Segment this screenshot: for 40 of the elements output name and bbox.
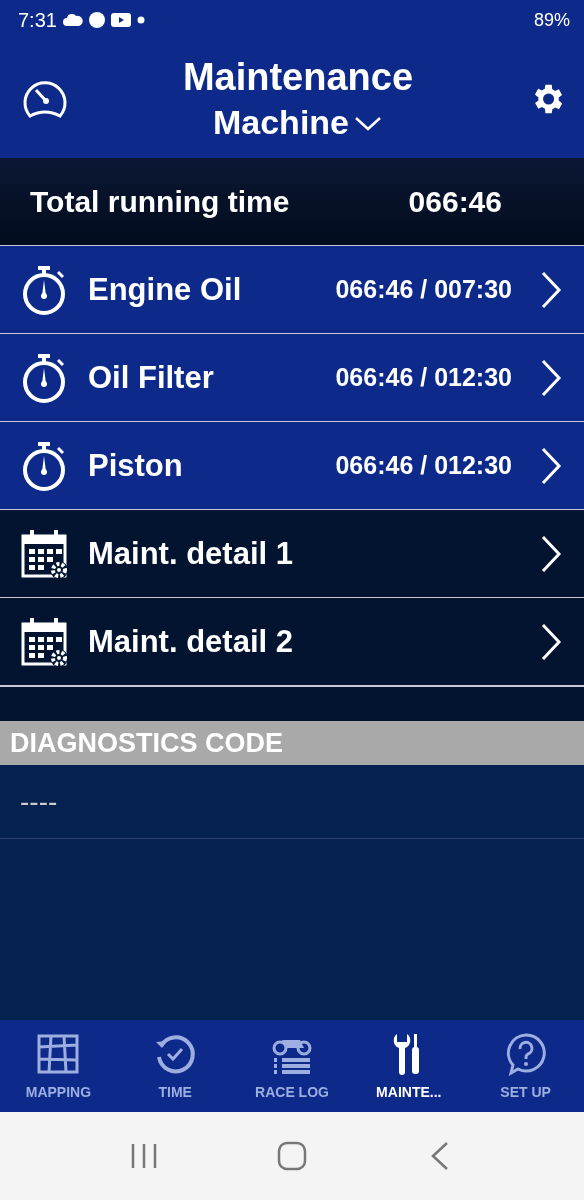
total-value: 066:46 xyxy=(408,184,502,219)
section-header: DIAGNOSTICS CODE xyxy=(0,721,584,765)
diagnostics-code: ---- xyxy=(20,785,58,818)
cloud-icon xyxy=(62,14,83,26)
home-icon[interactable] xyxy=(277,1141,307,1171)
chevron-right-icon xyxy=(540,621,562,662)
nav-tab[interactable]: SET UP xyxy=(467,1020,584,1112)
calendar-gear-icon xyxy=(20,527,70,580)
item-label: Engine Oil xyxy=(88,271,242,308)
status-time: 7:31 xyxy=(18,8,57,32)
maintenance-item[interactable]: Engine Oil 066:46 / 007:30 xyxy=(0,246,584,334)
speedometer-icon[interactable] xyxy=(22,78,68,120)
nav-tab[interactable]: RACE LOG xyxy=(233,1020,351,1112)
maintenance-item[interactable]: Oil Filter 066:46 / 012:30 xyxy=(0,334,584,422)
nav-tab[interactable]: MAPPING xyxy=(0,1020,117,1112)
total-label: Total running time xyxy=(30,184,290,219)
item-reading: 066:46 / 007:30 xyxy=(335,275,512,304)
item-label: Maint. detail 2 xyxy=(88,623,293,660)
dot-icon xyxy=(136,16,145,24)
screen-title: Maintenance xyxy=(182,56,414,99)
item-label: Maint. detail 1 xyxy=(88,535,293,572)
battery-level: 89% xyxy=(533,9,570,31)
nav-tab[interactable]: MAINTE... xyxy=(350,1020,468,1112)
maintenance-item[interactable]: Piston 066:46 / 012:30 xyxy=(0,422,584,510)
chevron-right-icon xyxy=(540,533,562,574)
map-icon xyxy=(36,1032,81,1076)
item-reading: 066:46 / 012:30 xyxy=(335,363,512,392)
nav-tab[interactable]: TIME xyxy=(116,1020,234,1112)
machine-dropdown[interactable]: Machine xyxy=(212,103,383,142)
chevron-right-icon xyxy=(540,269,562,310)
video-icon xyxy=(110,13,131,27)
chevron-right-icon xyxy=(540,445,562,486)
item-label: Piston xyxy=(88,447,183,484)
maintenance-item[interactable]: Maint. detail 1 xyxy=(0,510,584,598)
chevron-right-icon xyxy=(540,357,562,398)
maintenance-item[interactable]: Maint. detail 2 xyxy=(0,598,584,686)
recent-apps-icon[interactable] xyxy=(129,1141,159,1171)
item-label: Oil Filter xyxy=(88,359,214,396)
calendar-gear-icon xyxy=(20,615,70,668)
item-reading: 066:46 / 012:30 xyxy=(335,451,512,480)
